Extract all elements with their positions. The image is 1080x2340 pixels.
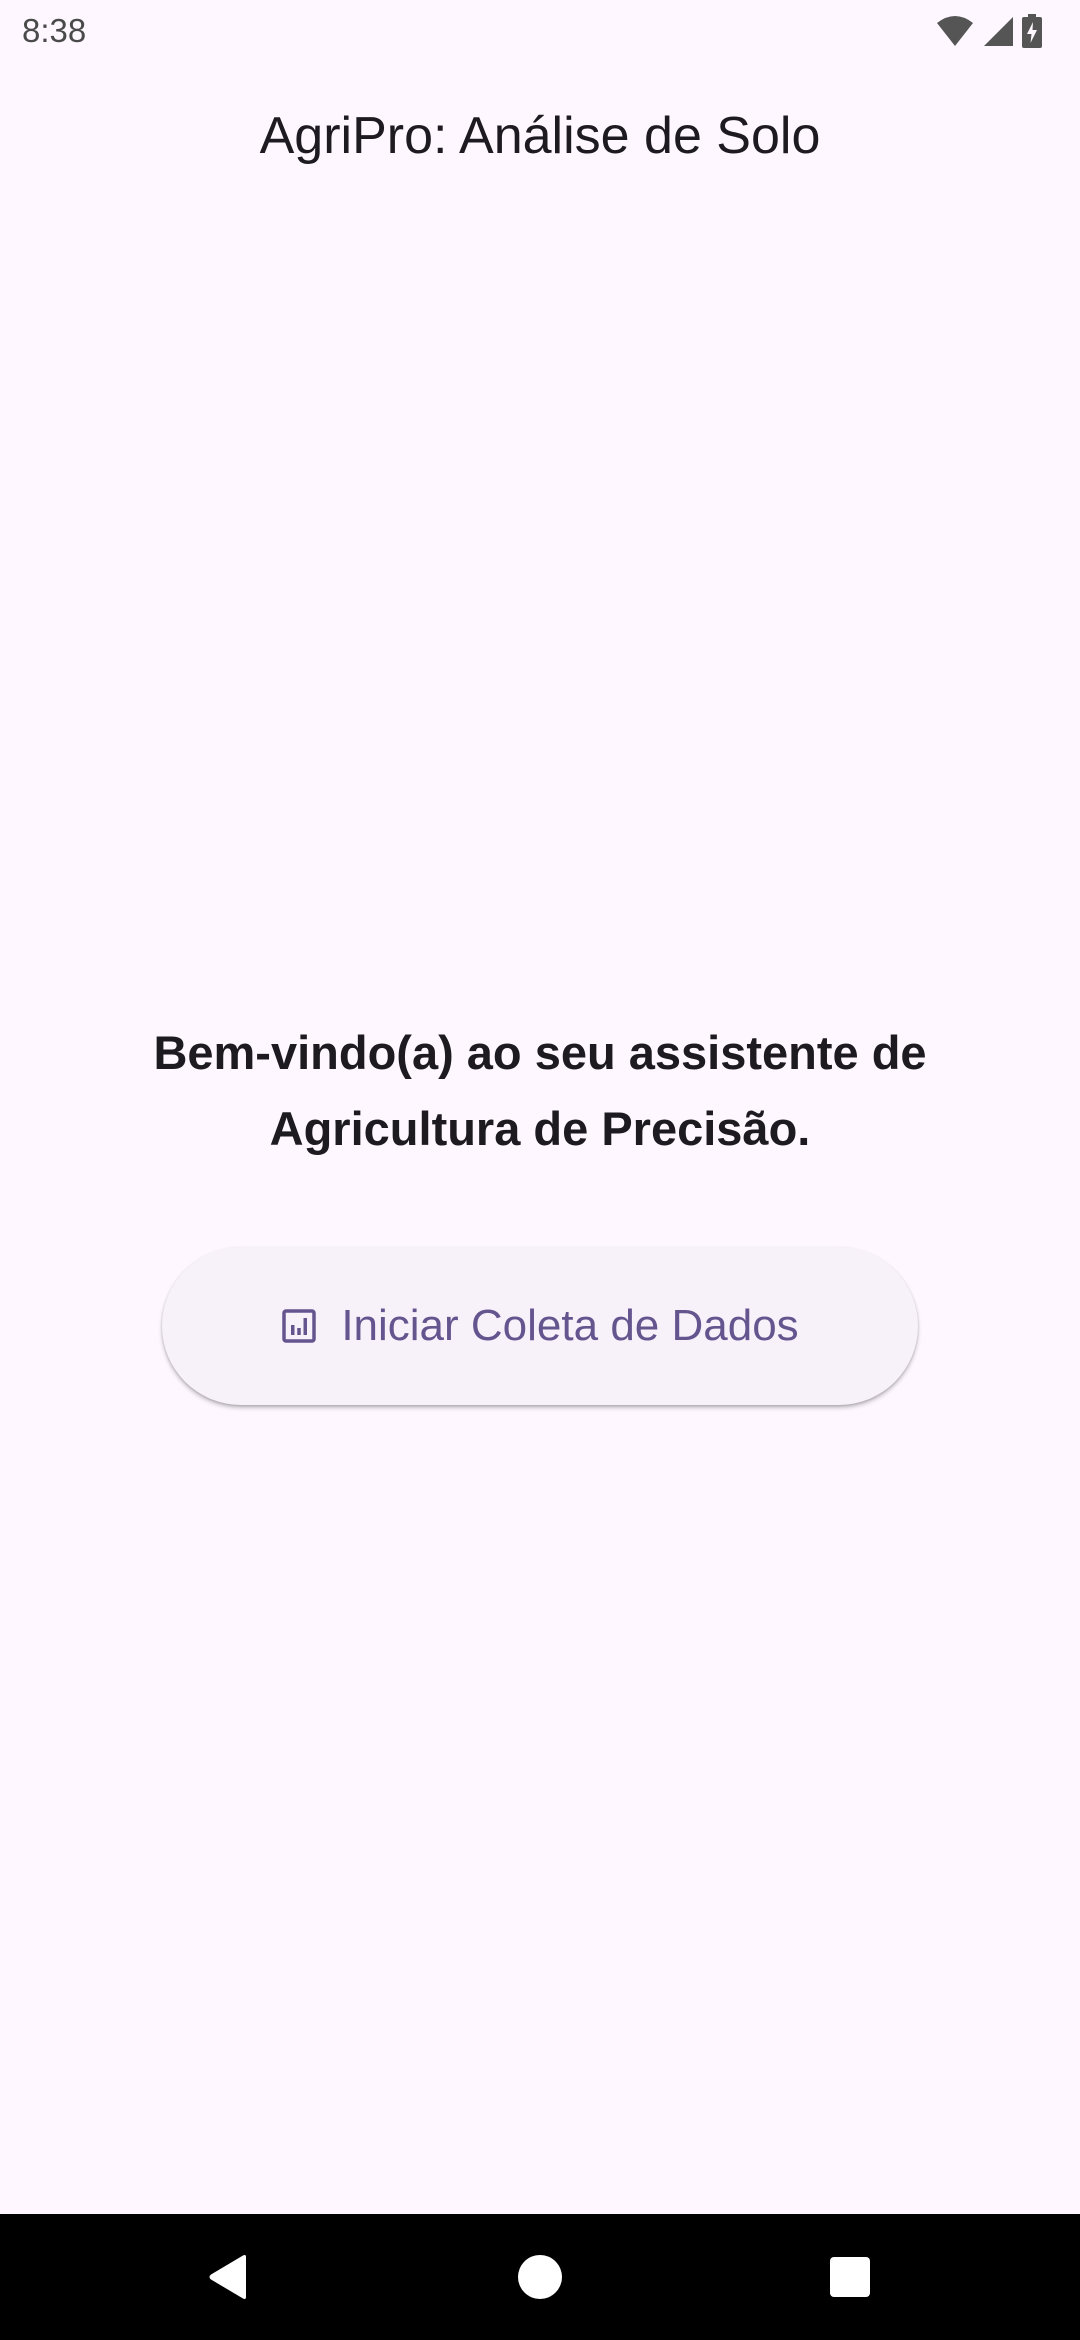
status-icons <box>936 14 1042 48</box>
start-data-collection-button[interactable]: Iniciar Coleta de Dados <box>162 1247 918 1405</box>
start-button-label: Iniciar Coleta de Dados <box>341 1301 799 1350</box>
wifi-icon <box>936 15 974 47</box>
cell-signal-icon <box>982 15 1014 47</box>
navigation-bar <box>0 2214 1080 2340</box>
battery-charging-icon <box>1022 14 1042 48</box>
app-bar: AgriPro: Análise de Solo <box>0 66 1080 206</box>
back-icon <box>209 2255 246 2299</box>
home-icon <box>518 2255 562 2299</box>
nav-back-button[interactable] <box>168 2214 288 2340</box>
recents-icon <box>830 2257 870 2297</box>
status-bar: 8:38 <box>0 0 1080 66</box>
page-title: AgriPro: Análise de Solo <box>259 107 821 165</box>
welcome-message: Bem-vindo(a) ao seu assistente de Agricu… <box>153 1026 927 1155</box>
nav-home-button[interactable] <box>480 2214 600 2340</box>
app-screen: 8:38 AgriPro: Análise de Solo Bem-vindo(… <box>0 0 1080 2340</box>
bar-chart-icon <box>282 1309 317 1343</box>
status-time: 8:38 <box>22 12 87 49</box>
nav-recents-button[interactable] <box>790 2214 910 2340</box>
